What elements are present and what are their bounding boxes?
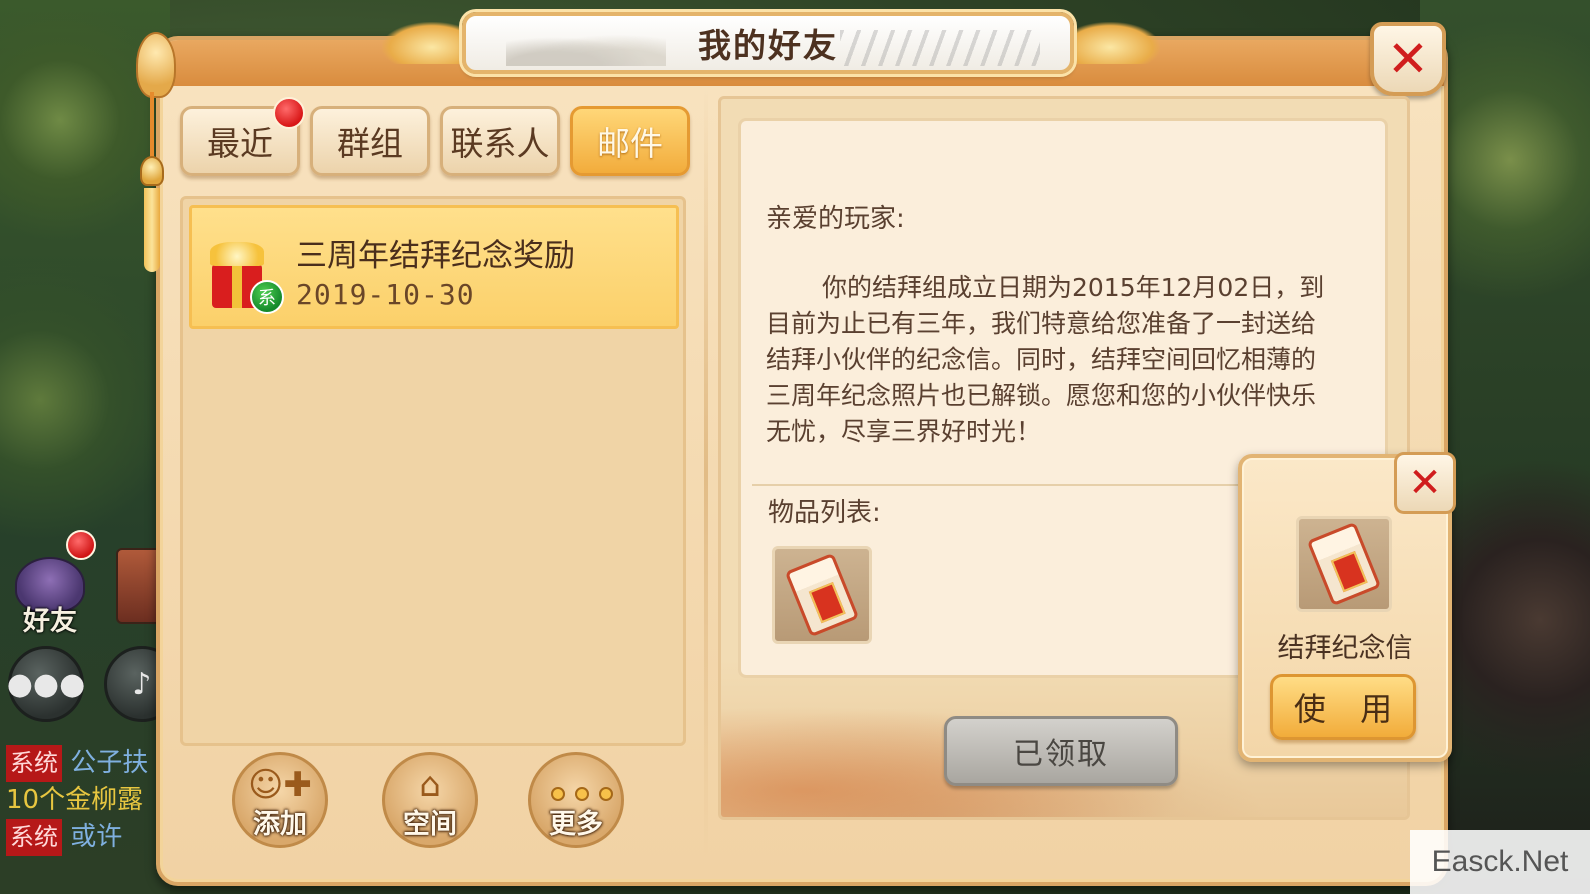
scroll-icon: [784, 552, 860, 638]
more-button[interactable]: 更多: [528, 752, 624, 848]
tab-label: 群组: [337, 124, 403, 163]
tab-contacts[interactable]: 联系人: [440, 106, 560, 176]
claimed-button[interactable]: 已领取: [944, 716, 1178, 786]
tab-bar: 最近 群组 联系人 邮件: [180, 97, 690, 176]
popup-item-slot: [1296, 516, 1392, 612]
more-dots-icon: [551, 787, 613, 801]
title-wing-ornament: [1060, 22, 1160, 64]
chat-line: 系统 或许: [6, 819, 164, 856]
mail-list: 系 三周年结拜纪念奖励 2019-10-30: [180, 196, 686, 746]
bottom-action-bar: ☺✚ 添加 ⌂ 空间 更多: [232, 752, 632, 852]
close-icon: ✕: [1408, 460, 1442, 506]
close-icon: ✕: [1387, 30, 1429, 88]
more-label: 更多: [549, 809, 603, 840]
letter-body: 你的结拜组成立日期为2015年12月02日，到目前为止已有三年，我们特意给您准备…: [766, 273, 1325, 446]
divider: [752, 484, 1238, 486]
claimed-label: 已领取: [1013, 737, 1109, 772]
tab-groups[interactable]: 群组: [310, 106, 430, 176]
system-badge: 系: [250, 280, 284, 314]
chat-feed[interactable]: 系统 公子扶 10个金柳露 系统 或许: [6, 745, 164, 856]
attachment-item-slot[interactable]: [772, 546, 872, 644]
scroll-icon: [1306, 521, 1382, 607]
add-friend-button[interactable]: ☺✚ 添加: [232, 752, 328, 848]
friends-notification-dot: [66, 530, 96, 560]
calligraphy-decoration: [840, 30, 1040, 66]
friends-hud-label: 好友: [23, 606, 77, 637]
chat-line: 10个金柳露: [6, 785, 144, 815]
close-popup-button[interactable]: ✕: [1394, 452, 1456, 514]
scroll-ornament-icon: [136, 32, 176, 98]
space-button[interactable]: ⌂ 空间: [382, 752, 478, 848]
close-window-button[interactable]: ✕: [1370, 22, 1446, 96]
mail-title: 三周年结拜纪念奖励: [296, 238, 575, 274]
tab-mail[interactable]: 邮件: [570, 106, 690, 176]
mountain-decoration: [506, 32, 666, 66]
watermark: Easck.Net: [1410, 830, 1590, 894]
tassel-ornament-icon: [140, 92, 164, 272]
space-label: 空间: [403, 809, 457, 840]
gift-icon: 系: [210, 230, 284, 314]
chat-line: 系统 公子扶: [6, 745, 164, 782]
popup-item-name: 结拜纪念信: [1277, 633, 1413, 664]
mail-date: 2019-10-30: [296, 278, 475, 311]
notification-badge: [273, 97, 305, 129]
window-title-plate: 我的好友: [462, 12, 1074, 74]
tab-label: 最近: [207, 124, 273, 163]
panel-divider: [704, 88, 708, 858]
items-list-label: 物品列表:: [768, 498, 881, 528]
window-title: 我的好友: [698, 26, 838, 65]
letter-greeting: 亲爱的玩家:: [766, 204, 905, 234]
friends-hud-button[interactable]: 好友: [8, 548, 92, 638]
add-friend-icon: ☺✚: [248, 765, 312, 805]
house-icon: ⌂: [419, 765, 441, 805]
use-label: 使 用: [1293, 690, 1405, 728]
tab-label: 联系人: [450, 124, 550, 163]
list-item[interactable]: 系 三周年结拜纪念奖励 2019-10-30: [189, 205, 679, 329]
chat-bubble-icon[interactable]: ●●●: [7, 646, 85, 722]
tab-recent[interactable]: 最近: [180, 97, 305, 176]
add-friend-label: 添加: [253, 809, 307, 840]
tab-label: 邮件: [597, 124, 663, 163]
use-button[interactable]: 使 用: [1270, 674, 1416, 740]
